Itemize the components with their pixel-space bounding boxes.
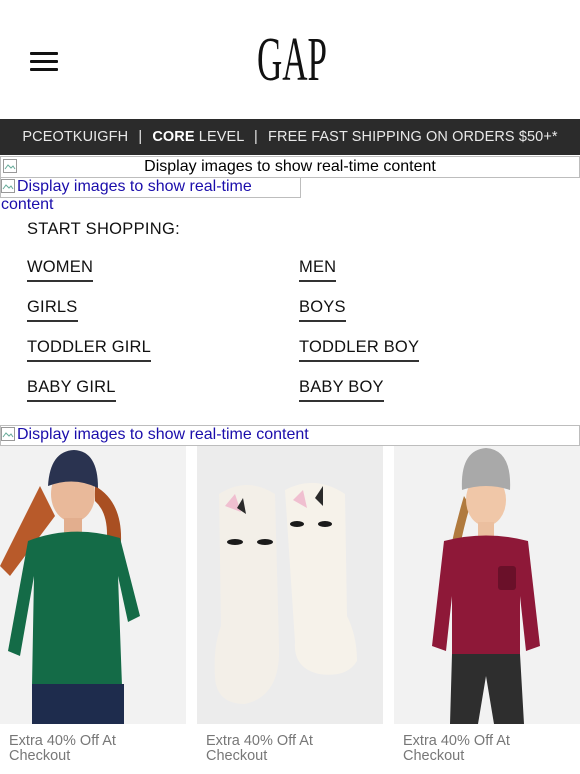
loyalty-level-label: LEVEL	[194, 129, 244, 145]
product-caption[interactable]: Extra 40% Off At Checkout	[206, 734, 383, 764]
banner-separator: |	[138, 129, 143, 145]
product-caption[interactable]: Extra 40% Off At Checkout	[403, 734, 580, 764]
shop-link-girls[interactable]: GIRLS	[27, 298, 78, 322]
image-placeholder-1: Display images to show real-time content	[0, 156, 580, 178]
shop-link-boys[interactable]: BOYS	[299, 298, 346, 322]
placeholder-link-text[interactable]: Display images to show real-time content	[17, 426, 309, 443]
product-card-3[interactable]: Extra 40% Off At Checkout	[394, 446, 580, 764]
logo-text: GAP	[257, 26, 327, 84]
image-placeholder-2[interactable]: Display images to show real-time content	[0, 177, 301, 213]
caption-line-2: Checkout	[9, 748, 71, 764]
shop-link-baby-boy[interactable]: BABY BOY	[299, 378, 384, 402]
caption-line-1: Extra 40% Off At	[9, 733, 116, 749]
shop-link-toddler-boy[interactable]: TODDLER BOY	[299, 338, 420, 362]
shop-link-women[interactable]: WOMEN	[27, 258, 94, 282]
placeholder-text: Display images to show real-time content	[144, 158, 436, 175]
shipping-offer: FREE FAST SHIPPING ON ORDERS $50+*	[268, 129, 558, 145]
placeholder-link-text[interactable]: Display images to show real-time content	[1, 178, 252, 213]
start-shopping-title: START SHOPPING:	[27, 220, 181, 238]
product-image[interactable]	[197, 446, 383, 724]
member-code: PCEOTKUIGFH	[22, 129, 129, 145]
shop-link-men[interactable]: MEN	[299, 258, 337, 282]
caption-line-1: Extra 40% Off At	[206, 733, 313, 749]
loyalty-banner: PCEOTKUIGFH | CORE LEVEL | FREE FAST SHI…	[0, 119, 580, 155]
hamburger-menu-icon[interactable]	[30, 52, 58, 72]
site-header: GAP	[0, 0, 580, 119]
banner-separator-2: |	[254, 129, 258, 145]
product-card-1[interactable]: Extra 40% Off At Checkout	[0, 446, 186, 764]
caption-line-1: Extra 40% Off At	[403, 733, 510, 749]
image-placeholder-3[interactable]: Display images to show real-time content	[0, 425, 580, 446]
product-image[interactable]	[0, 446, 186, 724]
caption-line-2: Checkout	[403, 748, 465, 764]
gap-logo[interactable]: GAP	[256, 26, 328, 84]
loyalty-level-bold: CORE	[152, 129, 195, 145]
product-card-2[interactable]: Extra 40% Off At Checkout	[197, 446, 383, 764]
shop-link-toddler-girl[interactable]: TODDLER GIRL	[27, 338, 152, 362]
product-caption[interactable]: Extra 40% Off At Checkout	[9, 734, 186, 764]
shop-link-baby-girl[interactable]: BABY GIRL	[27, 378, 116, 402]
broken-image-icon	[1, 179, 15, 193]
caption-line-2: Checkout	[206, 748, 268, 764]
broken-image-icon	[1, 427, 15, 441]
product-image[interactable]	[394, 446, 580, 724]
